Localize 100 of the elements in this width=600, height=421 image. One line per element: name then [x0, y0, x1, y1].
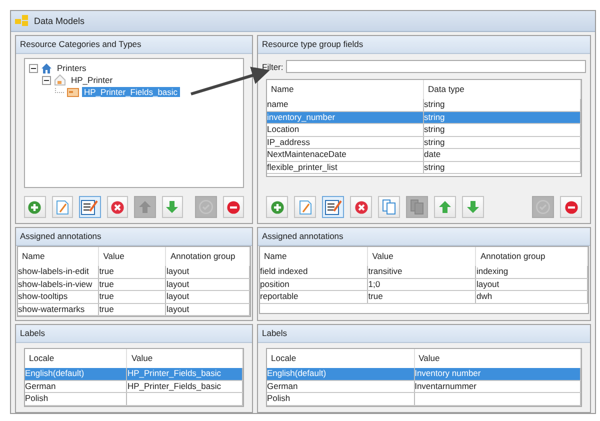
tree-item[interactable]: HP_Printer: [69, 75, 115, 85]
table-cell: true: [99, 278, 114, 288]
document-pencil-icon: [324, 199, 342, 215]
table-row[interactable]: show-tooltips true layout: [18, 291, 250, 304]
house-outline-icon: [54, 74, 66, 86]
table-row[interactable]: NextMaintenaceDate date: [267, 149, 581, 162]
plus-icon: [28, 200, 42, 214]
table-row[interactable]: German Inventarnummer: [267, 380, 581, 393]
table-cell: show-labels-in-edit: [18, 266, 89, 276]
filter-field[interactable]: [286, 60, 586, 73]
panel-header: Resource type group fields: [258, 36, 590, 54]
column-header[interactable]: Annotation group: [476, 247, 588, 266]
table-cell: layout: [166, 278, 190, 288]
table-cell: name: [267, 99, 288, 109]
delete-button[interactable]: [106, 196, 128, 218]
table-cell: layout: [476, 278, 500, 288]
column-header[interactable]: Name: [18, 247, 100, 266]
delete-button[interactable]: [350, 196, 372, 218]
collapse-icon[interactable]: [29, 64, 38, 72]
table-cell: English(default): [267, 368, 326, 378]
table-row[interactable]: reportable true dwh: [260, 291, 588, 304]
table-row[interactable]: field indexed transitive indexing: [260, 266, 588, 278]
move-down-button[interactable]: [462, 196, 484, 218]
column-header[interactable]: Value: [99, 247, 166, 266]
table-cell: 1;0: [368, 278, 380, 288]
table-cell: HP_Printer_Fields_basic: [127, 368, 221, 378]
remove-button[interactable]: [222, 196, 244, 218]
tree-item[interactable]: Printers: [55, 63, 88, 73]
column-header[interactable]: Name: [267, 80, 424, 99]
table-cell: show-tooltips: [18, 291, 68, 301]
table-row[interactable]: show-labels-in-edit true layout: [18, 266, 250, 278]
collapse-icon[interactable]: [42, 76, 51, 84]
table-cell: English(default): [25, 368, 84, 378]
panel-header: Labels: [258, 325, 590, 343]
table-cell: dwh: [476, 291, 492, 301]
properties-button[interactable]: [79, 196, 100, 218]
add-button[interactable]: [266, 196, 288, 218]
table-cell: string: [424, 162, 445, 172]
table-cell: reportable: [260, 291, 298, 301]
table-cell: string: [424, 99, 445, 109]
table-cell: true: [368, 291, 383, 301]
table-row[interactable]: German HP_Printer_Fields_basic: [25, 380, 243, 393]
up-arrow-icon: [138, 201, 151, 213]
table-cell: layout: [166, 291, 190, 301]
close-icon: [110, 200, 124, 214]
minus-icon: [564, 200, 578, 214]
table-cell: HP_Printer_Fields_basic: [127, 380, 221, 390]
properties-button[interactable]: [322, 196, 344, 218]
down-arrow-icon: [166, 201, 178, 213]
table-cell: Polish: [267, 393, 290, 403]
table-row[interactable]: Polish: [267, 393, 581, 406]
table-cell: true: [99, 266, 114, 276]
table-cell: show-watermarks: [18, 304, 85, 314]
table-cell: Polish: [25, 393, 48, 403]
table-cell: string: [424, 112, 445, 122]
table-row[interactable]: show-watermarks true layout: [18, 304, 250, 316]
edit-button[interactable]: [52, 196, 73, 218]
panel-header: Labels: [16, 325, 252, 343]
column-header[interactable]: Value: [368, 247, 476, 266]
table-cell: Inventory number: [414, 368, 481, 378]
edit-button[interactable]: [294, 196, 316, 218]
panel-header: Assigned annotations: [16, 228, 252, 246]
table-cell: string: [424, 136, 445, 146]
table-cell: true: [99, 304, 114, 314]
table-row[interactable]: Polish: [25, 393, 243, 406]
table-row[interactable]: IP_address string: [267, 136, 581, 149]
table-cell: IP_address: [267, 136, 310, 146]
column-header[interactable]: Name: [260, 247, 368, 266]
close-icon: [354, 200, 368, 214]
plus-icon: [270, 200, 284, 214]
down-arrow-icon: [467, 201, 479, 213]
table-cell: Location: [267, 124, 300, 134]
remove-button[interactable]: [560, 196, 582, 218]
up-arrow-icon: [439, 201, 451, 213]
window-title: Data Models: [34, 16, 85, 26]
page-pencil-icon: [56, 200, 69, 214]
table-row[interactable]: show-labels-in-view true layout: [18, 278, 250, 291]
table-cell: Inventarnummer: [414, 380, 476, 390]
table-row[interactable]: Location string: [267, 124, 581, 136]
table-cell: flexible_printer_list: [267, 162, 338, 172]
copy-pages-icon: [410, 199, 424, 215]
table-cell: field indexed: [260, 266, 308, 276]
table-cell: show-labels-in-view: [18, 278, 92, 288]
table-cell: layout: [166, 304, 190, 314]
move-up-button[interactable]: [434, 196, 456, 218]
table-cell: true: [99, 291, 114, 301]
copy-button[interactable]: [378, 196, 400, 218]
add-button[interactable]: [24, 196, 46, 218]
move-down-button[interactable]: [162, 196, 183, 218]
table-row[interactable]: position 1;0 layout: [260, 278, 588, 291]
column-header[interactable]: Data type: [424, 80, 581, 99]
table-cell: transitive: [368, 266, 402, 276]
blocks-icon: [15, 15, 31, 27]
column-header[interactable]: Annotation group: [166, 247, 250, 266]
table-cell: indexing: [476, 266, 508, 276]
table-row[interactable]: flexible_printer_list string: [267, 162, 581, 174]
table-cell: string: [424, 124, 445, 134]
table-cell: German: [267, 380, 298, 390]
table-cell: German: [25, 380, 56, 390]
table-cell: date: [424, 149, 441, 159]
